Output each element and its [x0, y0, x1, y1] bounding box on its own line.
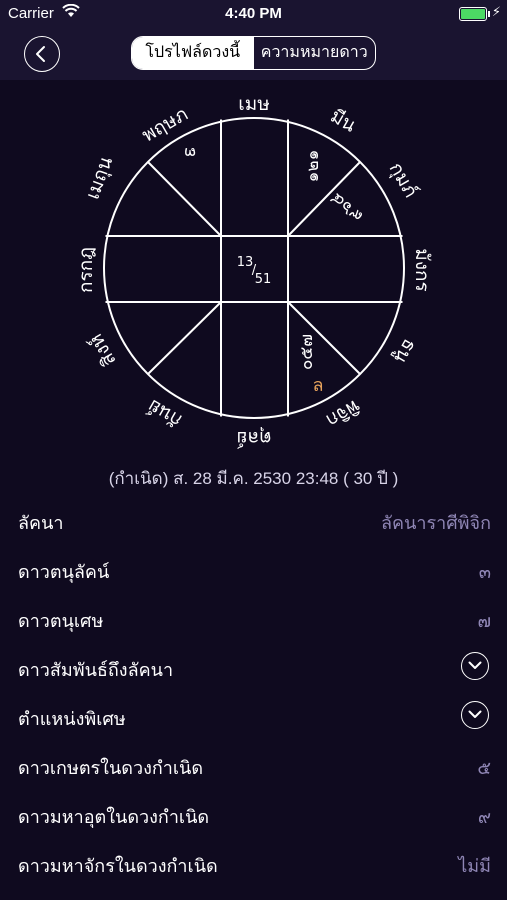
row-label: ดาวตนุลัคน์ — [18, 562, 110, 582]
info-list: ลัคนา ลัคนาราศีพิจิก ดาวตนุลัคน์ ๓ ดาวตน… — [0, 495, 507, 887]
row-label: ดาวสัมพันธ์ถึงลัคนา — [18, 660, 174, 680]
tab-profile[interactable]: โปรไฟล์ดวงนี้ — [132, 37, 254, 69]
house-meen-planets: ๑๒๑ — [303, 150, 323, 183]
back-button[interactable] — [24, 36, 60, 72]
expand-button[interactable] — [461, 701, 489, 729]
list-item: ดาวตนุลัคน์ ๓ — [0, 544, 507, 593]
chevron-down-icon — [468, 661, 482, 669]
row-label: ลัคนา — [18, 513, 64, 533]
sign-label-pichik: พิจิก — [322, 395, 363, 432]
lagna-marker: ล — [312, 375, 323, 396]
row-label: ตำแหน่งพิเศษ — [18, 709, 126, 729]
navigation-bar: โปรไฟล์ดวงนี้ ความหมายดาว — [0, 28, 507, 80]
sign-label-kanya: กันย์ — [144, 395, 186, 432]
charging-icon: ⚡ — [491, 4, 501, 19]
sign-label-tul: ตุลย์ — [236, 426, 271, 449]
sign-label-meen: มีน — [326, 105, 359, 137]
status-bar: Carrier 4:40 PM ⚡ — [0, 0, 507, 28]
row-value: ๙ — [477, 807, 491, 827]
birth-info: (กำเนิด) ส. 28 มี.ค. 2530 23:48 ( 30 ปี … — [108, 469, 399, 488]
sign-label-tanu: ธนู — [390, 335, 421, 367]
list-item-expandable[interactable]: ตำแหน่งพิเศษ — [0, 691, 507, 740]
row-label: ดาวมหาอุตในดวงกำเนิด — [18, 807, 210, 827]
row-label: ดาวเกษตรในดวงกำเนิด — [18, 758, 204, 778]
center-bottom-number: 51 — [255, 272, 272, 287]
row-value: ๗ — [477, 611, 491, 631]
house-kumbh-planets: ๙๖๔ — [326, 188, 367, 227]
row-label: ดาวตนุเศษ — [18, 611, 104, 631]
list-item: ดาวมหาจักรในดวงกำเนิด ไม่มี — [0, 838, 507, 887]
sign-label-prueksa: พฤษภ — [138, 103, 192, 147]
list-item: ดาวเกษตรในดวงกำเนิด ๕ — [0, 740, 507, 789]
clock: 4:40 PM — [225, 5, 282, 22]
row-value: ๓ — [478, 562, 491, 582]
battery-icon — [459, 7, 490, 21]
sign-label-mithun: เมถุน — [82, 154, 118, 203]
row-value: ๕ — [477, 758, 491, 778]
center-top-number: 13 — [237, 255, 254, 270]
row-value: ไม่มี — [458, 856, 491, 876]
house-pichik-planets: ๐๕๗ — [297, 334, 317, 370]
segmented-control: โปรไฟล์ดวงนี้ ความหมายดาว — [131, 36, 376, 70]
tab-planet-meaning[interactable]: ความหมายดาว — [254, 37, 376, 69]
sign-label-mesh: เมษ — [238, 93, 270, 115]
row-label: ดาวมหาจักรในดวงกำเนิด — [18, 856, 218, 876]
list-item: ดาวตนุเศษ ๗ — [0, 593, 507, 642]
list-item: ดาวมหาอุตในดวงกำเนิด ๙ — [0, 789, 507, 838]
chevron-left-icon — [36, 46, 45, 62]
list-item: ลัคนา ลัคนาราศีพิจิก — [0, 495, 507, 544]
sign-label-sing: สิงห์ — [85, 330, 121, 370]
sign-label-kumbh: กุมภ์ — [384, 159, 422, 202]
row-value: ลัคนาราศีพิจิก — [381, 513, 491, 533]
horoscope-chart: เมษ พฤษภ เมถุน กรกฎ สิงห์ กันย์ ตุลย์ พิ… — [0, 80, 507, 460]
house-prueksa-planets: ๓ — [184, 143, 196, 163]
list-item-expandable[interactable]: ดาวสัมพันธ์ถึงลัคนา — [0, 642, 507, 691]
sign-label-kaikod: กรกฎ — [75, 247, 97, 293]
sign-label-mangkorn: มังกร — [411, 248, 433, 292]
chevron-down-icon — [468, 710, 482, 718]
expand-button[interactable] — [461, 652, 489, 680]
